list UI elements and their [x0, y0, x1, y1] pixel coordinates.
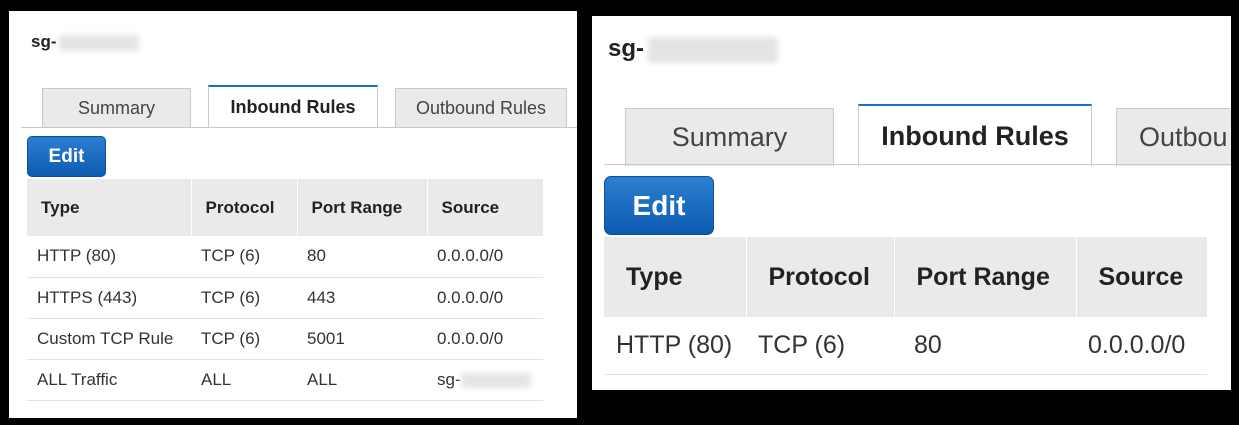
cell-protocol: TCP (6): [746, 317, 894, 375]
inbound-rules-table: Type Protocol Port Range Source HTTP (80…: [604, 237, 1208, 375]
cell-source: 0.0.0.0/0: [427, 236, 543, 278]
column-header-source[interactable]: Source: [427, 179, 544, 236]
cell-protocol: TCP (6): [191, 236, 297, 278]
cell-protocol: TCP (6): [191, 318, 297, 360]
cell-port-range: ALL: [297, 359, 427, 401]
security-group-id: sg-: [608, 35, 778, 63]
column-header-port-range[interactable]: Port Range: [894, 237, 1077, 317]
tab-inbound-rules[interactable]: Inbound Rules: [208, 85, 378, 128]
redacted-id-blur: [460, 372, 531, 388]
cell-type: HTTP (80): [27, 236, 191, 278]
security-group-id-prefix: sg-: [31, 32, 57, 51]
source-sg-prefix: sg-: [437, 369, 461, 389]
security-group-id-prefix: sg-: [608, 35, 644, 62]
tab-summary[interactable]: Summary: [625, 108, 834, 166]
table-row[interactable]: ALL Traffic ALL ALL sg-: [27, 359, 543, 401]
table-header-row: Type Protocol Port Range Source: [27, 179, 544, 236]
cell-port-range: 80: [894, 317, 1076, 375]
cell-protocol: TCP (6): [191, 277, 297, 319]
edit-button[interactable]: Edit: [27, 136, 106, 177]
column-header-port-range[interactable]: Port Range: [297, 179, 428, 236]
table-row[interactable]: Custom TCP Rule TCP (6) 5001 0.0.0.0/0: [27, 318, 543, 360]
tab-summary[interactable]: Summary: [42, 88, 191, 128]
table-header-row: Type Protocol Port Range Source: [604, 237, 1208, 317]
security-group-id: sg-: [31, 32, 139, 52]
tab-inbound-rules[interactable]: Inbound Rules: [858, 104, 1092, 166]
cell-type: Custom TCP Rule: [27, 318, 191, 360]
column-header-protocol[interactable]: Protocol: [191, 179, 298, 236]
tab-outbound-rules[interactable]: Outbound Rules: [395, 88, 567, 128]
inbound-rules-table: Type Protocol Port Range Source HTTP (80…: [27, 179, 544, 401]
left-security-group-panel: sg- Summary Inbound Rules Outbound Rules…: [9, 11, 577, 418]
cell-source: 0.0.0.0/0: [427, 277, 543, 319]
redacted-id-blur: [648, 36, 778, 63]
cell-source: 0.0.0.0/0: [1076, 317, 1207, 375]
column-header-type[interactable]: Type: [27, 179, 192, 236]
table-row[interactable]: HTTPS (443) TCP (6) 443 0.0.0.0/0: [27, 277, 543, 319]
cell-port-range: 443: [297, 277, 427, 319]
cell-port-range: 80: [297, 236, 427, 278]
table-row[interactable]: HTTP (80) TCP (6) 80 0.0.0.0/0: [27, 236, 543, 278]
tab-divider: [21, 127, 577, 128]
cell-protocol: ALL: [191, 359, 297, 401]
tab-outbound-rules[interactable]: Outbou: [1116, 108, 1231, 166]
cell-type: HTTP (80): [604, 317, 746, 375]
cell-source: 0.0.0.0/0: [427, 318, 543, 360]
tab-divider: [604, 164, 1231, 165]
edit-button[interactable]: Edit: [604, 176, 714, 235]
right-security-group-panel: sg- Summary Inbound Rules Outbou Edit Ty…: [592, 16, 1231, 390]
tab-bar: Summary Inbound Rules Outbound Rules: [9, 85, 577, 128]
cell-source: sg-: [427, 359, 543, 401]
cell-port-range: 5001: [297, 318, 427, 360]
cell-type: ALL Traffic: [27, 359, 191, 401]
column-header-source[interactable]: Source: [1076, 237, 1208, 317]
table-row[interactable]: HTTP (80) TCP (6) 80 0.0.0.0/0: [604, 317, 1207, 375]
redacted-id-blur: [58, 34, 139, 51]
column-header-protocol[interactable]: Protocol: [746, 237, 895, 317]
cell-type: HTTPS (443): [27, 277, 191, 319]
tab-bar: Summary Inbound Rules Outbou: [592, 104, 1231, 166]
column-header-type[interactable]: Type: [604, 237, 747, 317]
